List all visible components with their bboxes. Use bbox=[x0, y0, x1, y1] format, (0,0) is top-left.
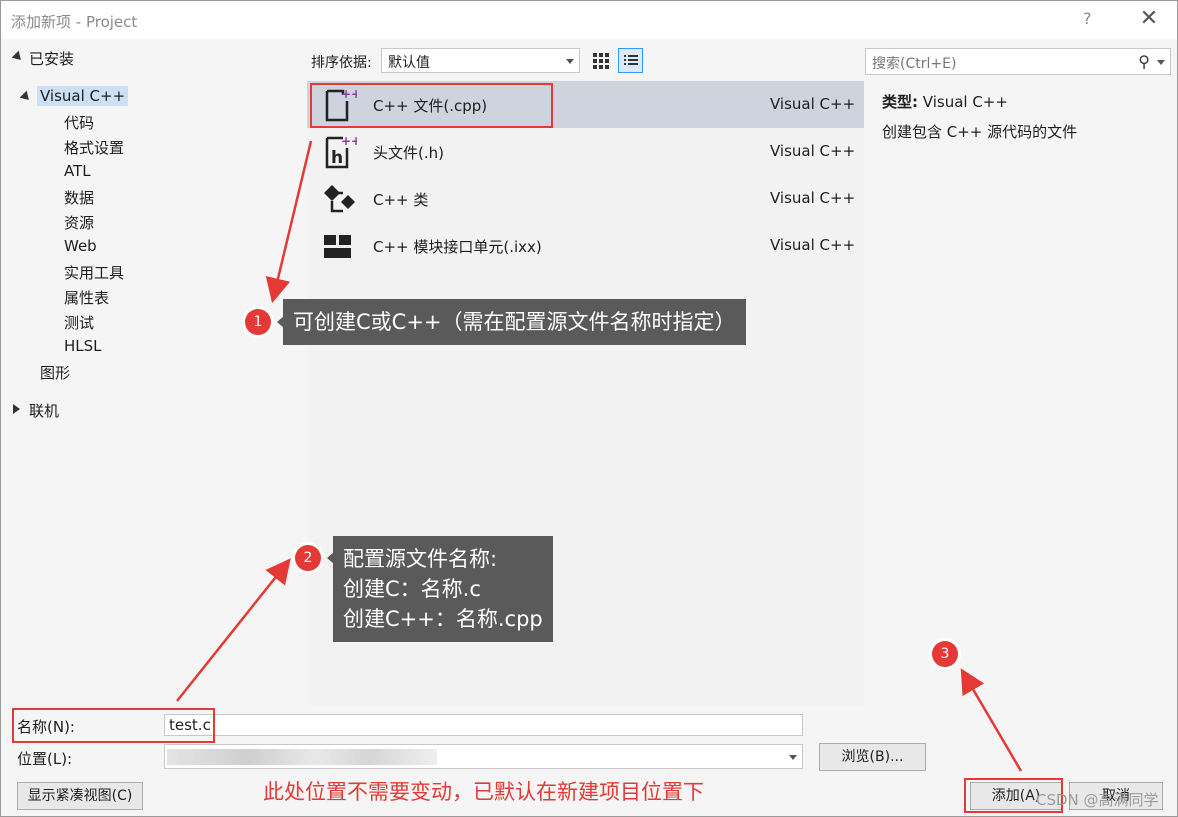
collapsed-triangle-icon[interactable] bbox=[13, 404, 20, 414]
close-button[interactable]: ✕ bbox=[1135, 5, 1163, 33]
tree-item-property-sheets[interactable]: 属性表 bbox=[64, 287, 109, 308]
template-item-cpp-class[interactable]: C++ 类 Visual C++ bbox=[307, 175, 864, 222]
expanded-triangle-icon[interactable] bbox=[11, 50, 25, 64]
help-button[interactable]: ? bbox=[1083, 9, 1092, 28]
header-file-icon: h ++ bbox=[325, 134, 357, 169]
blurred-location-path bbox=[167, 749, 437, 765]
add-new-item-dialog: 添加新项 - Project ? ✕ 已安装 Visual C++ 代码 格式设… bbox=[0, 0, 1178, 817]
detail-type-value: Visual C++ bbox=[922, 93, 1008, 111]
tree-item-data[interactable]: 数据 bbox=[64, 187, 94, 208]
cpp-class-icon bbox=[324, 185, 355, 213]
search-icon[interactable]: ⚲ bbox=[1138, 52, 1150, 71]
template-language: Visual C++ bbox=[770, 95, 856, 113]
template-item-module[interactable]: C++ 模块接口单元(.ixx) Visual C++ bbox=[307, 222, 864, 269]
watermark: CSDN @高满同学 bbox=[1036, 791, 1159, 809]
window-title: 添加新项 - Project bbox=[11, 13, 138, 31]
tree-item-resource[interactable]: 资源 bbox=[64, 212, 94, 233]
callout-2: 配置源文件名称: 创建C：名称.c 创建C++：名称.cpp bbox=[333, 536, 553, 642]
category-tree: 已安装 Visual C++ 代码 格式设置 ATL 数据 资源 Web 实用工… bbox=[1, 41, 306, 701]
tree-item-graphics[interactable]: 图形 bbox=[40, 362, 70, 383]
sort-select[interactable]: 默认值 bbox=[381, 48, 580, 73]
tree-item-test[interactable]: 测试 bbox=[64, 312, 94, 333]
template-language: Visual C++ bbox=[770, 189, 856, 207]
callout-2-line-2: 创建C：名称.c bbox=[343, 577, 481, 601]
template-name: 头文件(.h) bbox=[373, 144, 444, 162]
location-field[interactable] bbox=[164, 744, 803, 769]
template-name: C++ 模块接口单元(.ixx) bbox=[373, 238, 542, 256]
module-icon bbox=[324, 235, 351, 258]
svg-text:++: ++ bbox=[341, 134, 357, 148]
search-input[interactable]: 搜索(Ctrl+E) ⚲ bbox=[865, 48, 1171, 75]
tree-item-installed[interactable]: 已安装 bbox=[29, 48, 74, 69]
name-field[interactable]: test.c bbox=[164, 714, 803, 736]
tree-item-web[interactable]: Web bbox=[64, 237, 97, 255]
grid-view-button[interactable] bbox=[588, 48, 613, 73]
highlight-box-cpp-file bbox=[310, 83, 553, 128]
tree-item-formatting[interactable]: 格式设置 bbox=[64, 137, 124, 158]
step-badge-3: 3 bbox=[932, 641, 958, 667]
step-badge-1: 1 bbox=[245, 309, 271, 335]
chevron-down-icon[interactable] bbox=[1157, 60, 1165, 65]
tree-item-utility[interactable]: 实用工具 bbox=[64, 262, 124, 283]
sort-label: 排序依据: bbox=[311, 55, 372, 71]
arrow-3 bbox=[960, 668, 1023, 772]
template-item-header-file[interactable]: h ++ 头文件(.h) Visual C++ bbox=[307, 128, 864, 175]
step-badge-2: 2 bbox=[295, 545, 321, 571]
template-name: C++ 类 bbox=[373, 191, 429, 209]
expanded-triangle-icon[interactable] bbox=[19, 90, 33, 104]
chevron-down-icon bbox=[566, 59, 574, 64]
chevron-down-icon[interactable] bbox=[789, 755, 797, 760]
tree-item-atl[interactable]: ATL bbox=[64, 162, 91, 180]
callout-2-line-1: 配置源文件名称: bbox=[343, 547, 498, 571]
grid-view-icon bbox=[593, 53, 609, 69]
tree-item-online[interactable]: 联机 bbox=[29, 400, 59, 421]
title-bar: 添加新项 - Project ? ✕ bbox=[1, 1, 1177, 39]
tree-item-code[interactable]: 代码 bbox=[64, 112, 94, 133]
detail-description: 创建包含 C++ 源代码的文件 bbox=[882, 123, 1078, 141]
detail-type: 类型: Visual C++ bbox=[882, 91, 1008, 112]
sort-select-value: 默认值 bbox=[388, 55, 430, 71]
compact-view-button[interactable]: 显示紧凑视图(C) bbox=[17, 782, 143, 810]
list-view-button[interactable] bbox=[618, 48, 643, 73]
browse-button[interactable]: 浏览(B)... bbox=[819, 743, 926, 771]
template-language: Visual C++ bbox=[770, 236, 856, 254]
callout-2-line-3: 创建C++：名称.cpp bbox=[343, 607, 543, 631]
location-note: 此处位置不需要变动，已默认在新建项目位置下 bbox=[263, 780, 704, 804]
location-label: 位置(L): bbox=[17, 750, 73, 768]
detail-type-label: 类型: bbox=[882, 93, 918, 111]
svg-text:h: h bbox=[331, 148, 343, 168]
tree-item-visual-cpp[interactable]: Visual C++ bbox=[37, 86, 129, 106]
search-placeholder: 搜索(Ctrl+E) bbox=[872, 56, 957, 72]
highlight-box-name-field bbox=[12, 708, 215, 743]
callout-1: 可创建C或C++（需在配置源文件名称时指定） bbox=[283, 299, 746, 345]
template-language: Visual C++ bbox=[770, 142, 856, 160]
tree-item-hlsl[interactable]: HLSL bbox=[64, 337, 102, 355]
list-view-icon bbox=[624, 55, 638, 65]
